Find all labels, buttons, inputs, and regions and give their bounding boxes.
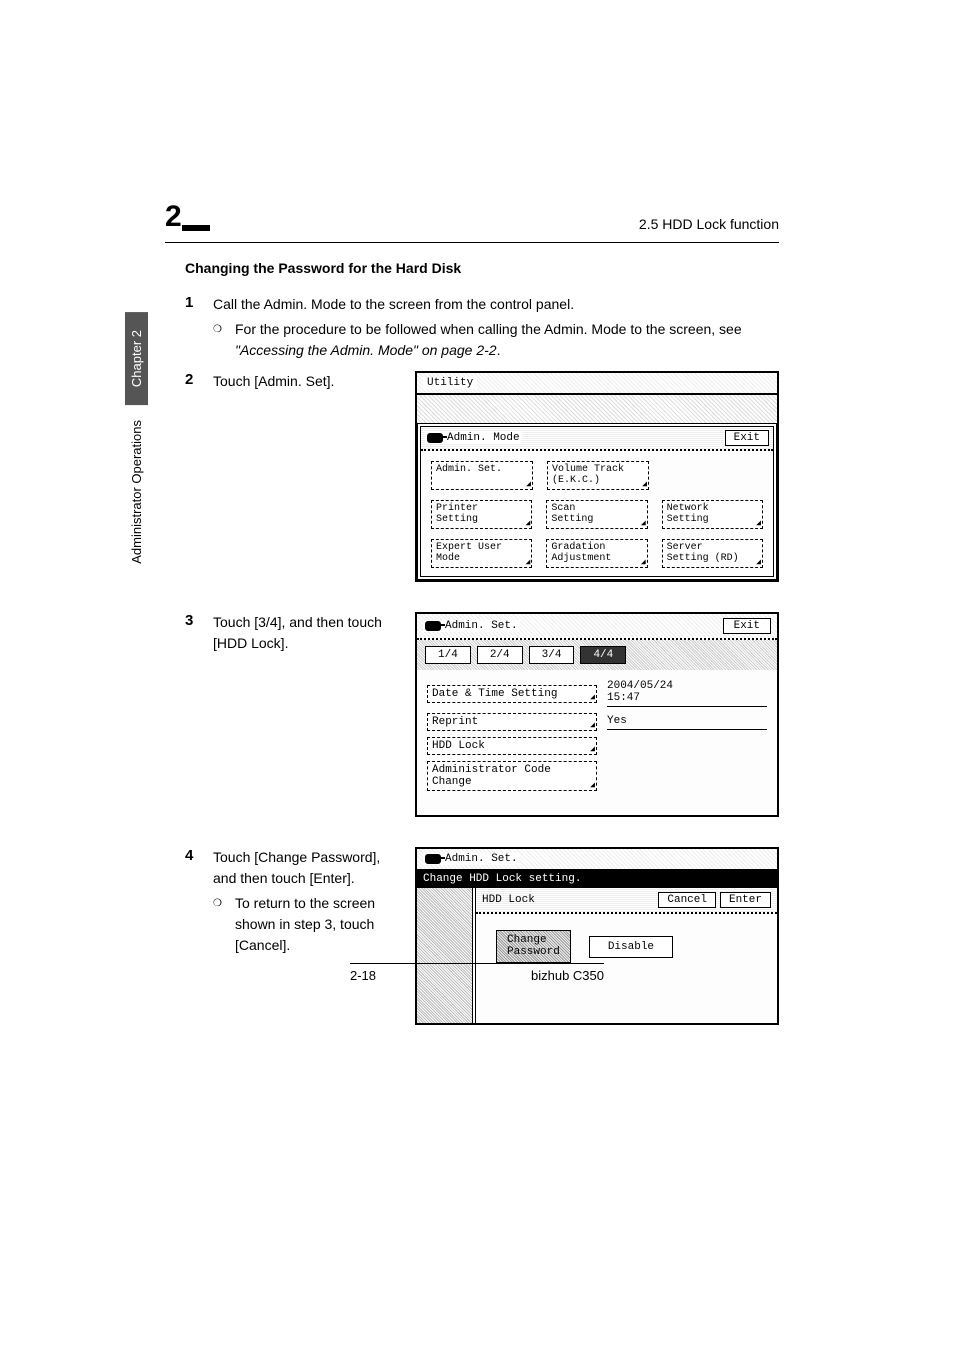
ss2-tab-3[interactable]: 3/4 [529, 646, 575, 664]
ss1-scan-setting-button[interactable]: Scan Setting◢ [546, 500, 647, 529]
chapter-underline-decor [180, 225, 210, 231]
ss2-date-time-button[interactable]: Date & Time Setting◢ [427, 685, 597, 703]
ss3-subtitle: Change HDD Lock setting. [417, 870, 777, 888]
section-title: 2.5 HDD Lock function [639, 216, 779, 234]
ss3-disable-button[interactable]: Disable [589, 936, 673, 958]
ss2-hdd-lock-button[interactable]: HDD Lock◢ [427, 737, 597, 755]
ss1-utility-label: Utility [423, 377, 477, 389]
bullet-icon: ❍ [213, 319, 235, 337]
footer-product: bizhub C350 [531, 968, 604, 983]
ss1-exit-button[interactable]: Exit [725, 430, 769, 446]
side-tab-chapter: Chapter 2 [125, 312, 148, 405]
ss1-admin-set-button[interactable]: Admin. Set.◢ [431, 461, 533, 490]
key-icon [425, 621, 441, 631]
ss1-network-setting-button[interactable]: Network Setting◢ [662, 500, 763, 529]
side-tab-section: Administrator Operations [125, 420, 148, 564]
ss3-cancel-button[interactable]: Cancel [658, 892, 716, 908]
step4-number: 4 [185, 847, 213, 864]
screenshot-hdd-lock-change: Admin. Set. Change HDD Lock setting. HDD… [415, 847, 779, 1025]
step3-number: 3 [185, 612, 213, 629]
step4-text: Touch [Change Password], and then touch … [213, 847, 395, 889]
step1-text: Call the Admin. Mode to the screen from … [213, 294, 779, 315]
subheading: Changing the Password for the Hard Disk [185, 260, 779, 276]
step3-text: Touch [3/4], and then touch [HDD Lock]. [213, 612, 395, 654]
step4-subtext: To return to the screen shown in step 3,… [235, 893, 395, 956]
footer-page-number: 2-18 [350, 968, 376, 983]
step1-number: 1 [185, 294, 213, 311]
ss2-reprint-value: Yes [607, 715, 767, 730]
ss3-enter-button[interactable]: Enter [720, 892, 771, 908]
ss1-printer-setting-button[interactable]: Printer Setting◢ [431, 500, 532, 529]
ss1-expert-user-button[interactable]: Expert User Mode◢ [431, 539, 532, 568]
key-icon [425, 854, 441, 864]
bullet-icon: ❍ [213, 893, 235, 911]
screenshot-admin-set-tabs: Admin. Set. Exit 1/4 2/4 3/4 4/4 Date & … [415, 612, 779, 817]
ss3-panel-title: HDD Lock [482, 894, 535, 906]
ss1-server-setting-button[interactable]: Server Setting (RD)◢ [662, 539, 763, 568]
step1-subtext: For the procedure to be followed when ca… [235, 319, 779, 361]
key-icon [427, 433, 443, 443]
step2-number: 2 [185, 371, 213, 388]
ss2-tab-2[interactable]: 2/4 [477, 646, 523, 664]
screenshot-admin-mode: Utility Admin. Mode Exit Admin. Set.◢ Vo… [415, 371, 779, 582]
chapter-number: 2 [165, 200, 182, 234]
ss2-reprint-button[interactable]: Reprint◢ [427, 713, 597, 731]
ss2-tab-1[interactable]: 1/4 [425, 646, 471, 664]
ss2-tab-4[interactable]: 4/4 [580, 646, 626, 664]
header-rule [165, 242, 779, 243]
ss2-title: Admin. Set. [445, 620, 518, 632]
ss3-side-decor [417, 888, 472, 1023]
ss2-date-time-value: 2004/05/24 15:47 [607, 680, 767, 707]
ss3-change-password-button[interactable]: Change Password [496, 930, 571, 963]
ss1-volume-track-button[interactable]: Volume Track (E.K.C.)◢ [547, 461, 649, 490]
ss1-mode-label: Admin. Mode [447, 432, 520, 444]
ss2-admin-code-button[interactable]: Administrator Code Change◢ [427, 761, 597, 791]
ss2-exit-button[interactable]: Exit [723, 618, 771, 634]
step2-text: Touch [Admin. Set]. [213, 371, 395, 392]
ss3-title: Admin. Set. [445, 853, 518, 865]
ss1-gradation-button[interactable]: Gradation Adjustment◢ [546, 539, 647, 568]
